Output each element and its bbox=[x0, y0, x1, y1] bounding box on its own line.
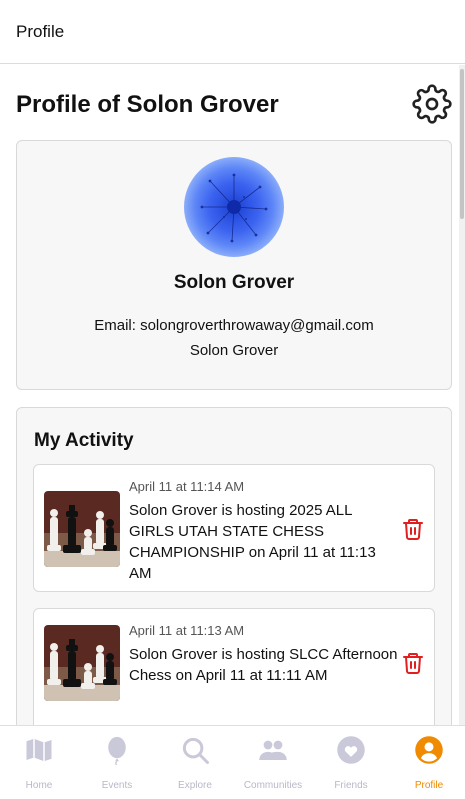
nav-label: Profile bbox=[414, 780, 444, 791]
nav-label: Events bbox=[101, 780, 133, 791]
settings-gear-icon[interactable] bbox=[412, 84, 452, 124]
nav-profile[interactable]: Profile bbox=[390, 726, 465, 799]
nav-label: Communities bbox=[243, 780, 303, 791]
nav-home[interactable]: Home bbox=[0, 726, 78, 799]
profile-email: Email: solongroverthrowaway@gmail.com bbox=[94, 317, 374, 334]
activity-title: My Activity bbox=[34, 430, 134, 451]
activity-text: Solon Grover is hosting SLCC Afternoon C… bbox=[129, 646, 398, 684]
nav-communities[interactable]: Communities bbox=[234, 726, 312, 799]
nav-label: Home bbox=[25, 780, 53, 791]
nav-explore[interactable]: Explore bbox=[156, 726, 234, 799]
activity-item[interactable]: April 11 at 11:13 AM Solon Grover is hos… bbox=[33, 608, 435, 725]
balloon-icon bbox=[108, 736, 126, 765]
activity-time: April 11 at 11:14 AM bbox=[129, 479, 245, 494]
avatar bbox=[184, 157, 284, 257]
nav-label: Friends bbox=[334, 780, 368, 791]
heart-icon bbox=[337, 736, 365, 764]
activity-time: April 11 at 11:13 AM bbox=[129, 623, 245, 638]
nav-events[interactable]: Events bbox=[78, 726, 156, 799]
scrollbar-thumb[interactable] bbox=[460, 69, 464, 219]
top-bar: Profile bbox=[0, 0, 465, 64]
search-icon bbox=[182, 737, 209, 764]
bottom-nav: Home Events Explore Communities Friends … bbox=[0, 725, 465, 798]
trash-icon[interactable] bbox=[401, 517, 425, 541]
map-icon bbox=[26, 738, 52, 762]
scrollbar[interactable] bbox=[459, 65, 465, 725]
activity-card: My Activity April 11 at 11:14 AM Solon G… bbox=[16, 407, 452, 725]
blue-flower-avatar-icon bbox=[200, 173, 268, 243]
activity-item[interactable]: April 11 at 11:14 AM Solon Grover is hos… bbox=[33, 464, 435, 592]
profile-name: Solon Grover bbox=[173, 272, 295, 293]
nav-label: Explore bbox=[178, 780, 212, 791]
main-content[interactable]: Profile of Solon Grover Solon Grover Ema… bbox=[0, 65, 465, 725]
user-icon bbox=[415, 736, 443, 764]
nav-friends[interactable]: Friends bbox=[312, 726, 390, 799]
profile-card: Solon Grover Email: solongroverthrowaway… bbox=[16, 140, 452, 390]
activity-text: Solon Grover is hosting 2025 ALL GIRLS U… bbox=[129, 502, 376, 582]
profile-display-name: Solon Grover bbox=[189, 342, 279, 359]
page-title: Profile of Solon Grover bbox=[16, 91, 279, 118]
chess-pieces-image bbox=[44, 625, 120, 701]
people-icon bbox=[259, 740, 287, 760]
header-title: Profile bbox=[16, 22, 65, 41]
trash-icon[interactable] bbox=[401, 651, 425, 675]
chess-pieces-image bbox=[44, 491, 120, 567]
